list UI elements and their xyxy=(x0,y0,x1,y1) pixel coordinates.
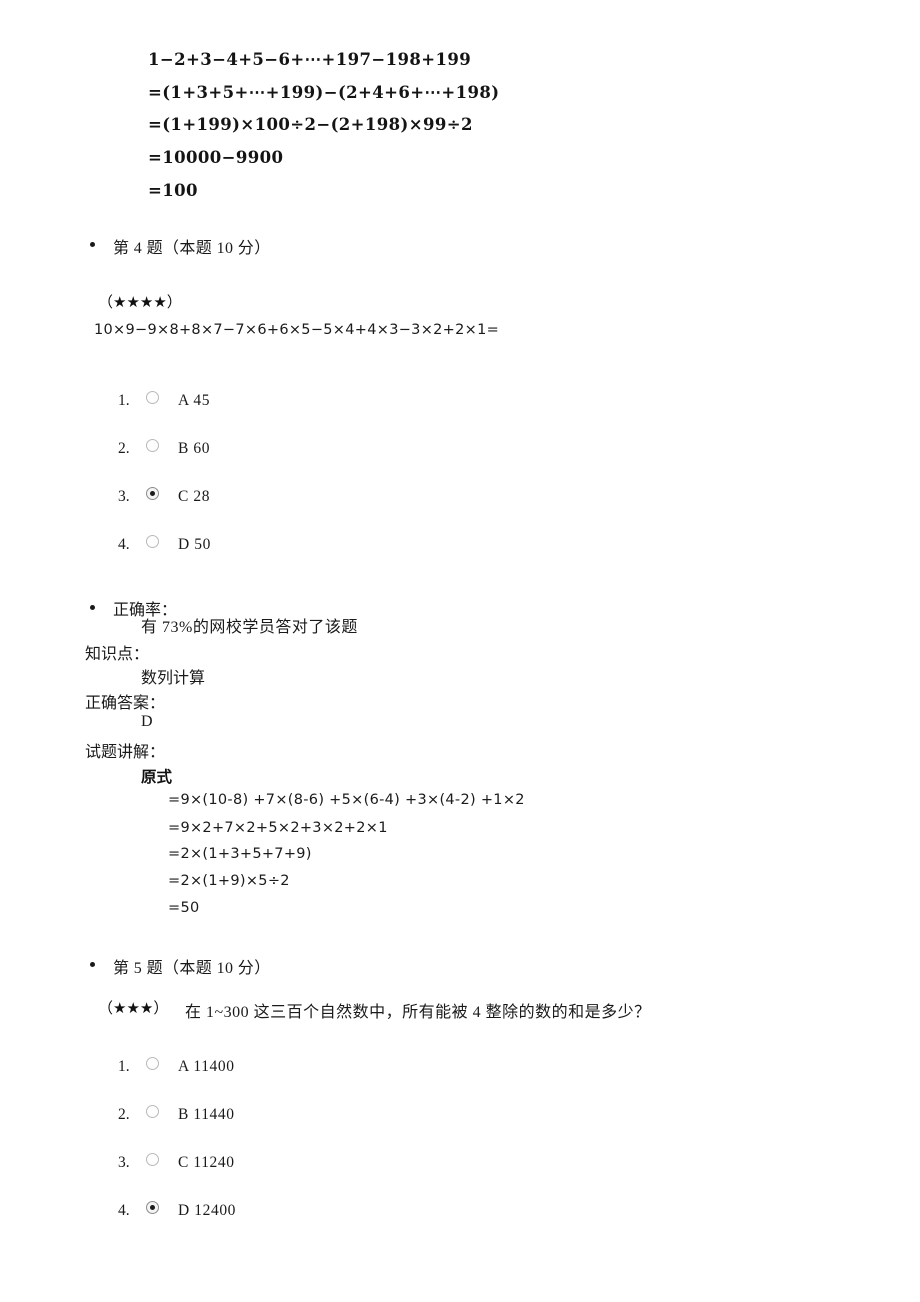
option-label-q5-a[interactable]: A 11400 xyxy=(178,1058,235,1076)
radio-q5-option-d[interactable] xyxy=(146,1201,159,1214)
explanation-line: =50 xyxy=(168,900,200,916)
option-label-q4-c[interactable]: C 28 xyxy=(178,488,210,506)
solution-line: =10000−9900 xyxy=(148,148,284,167)
option-index: 3. xyxy=(118,1154,130,1171)
solution-line: 1−2+3−4+5−6+⋯+197−198+199 xyxy=(148,50,472,69)
radio-q4-option-c[interactable] xyxy=(146,487,159,500)
option-label-q5-c[interactable]: C 11240 xyxy=(178,1154,235,1172)
solution-line: =(1+3+5+⋯+199)−(2+4+6+⋯+198) xyxy=(148,83,500,102)
option-index: 3. xyxy=(118,488,130,505)
option-label-q5-d[interactable]: D 12400 xyxy=(178,1202,236,1220)
document-page: 1−2+3−4+5−6+⋯+197−198+199 =(1+3+5+⋯+199)… xyxy=(0,0,920,1302)
knowledge-label: 知识点： xyxy=(85,646,150,663)
option-index: 1. xyxy=(118,392,130,409)
radio-q5-option-a[interactable] xyxy=(146,1057,159,1070)
question-5-header: 第 5 题（本题 10 分） xyxy=(113,960,271,977)
question-5-stem: 在 1~300 这三百个自然数中，所有能被 4 整除的数的和是多少？ xyxy=(185,1004,651,1021)
option-index: 4. xyxy=(118,536,130,553)
accuracy-text: 有 73%的网校学员答对了该题 xyxy=(141,619,358,636)
option-index: 2. xyxy=(118,1106,130,1123)
radio-q4-option-b[interactable] xyxy=(146,439,159,452)
radio-q4-option-a[interactable] xyxy=(146,391,159,404)
bullet-marker xyxy=(90,605,95,610)
explanation-line: =2×(1+3+5+7+9) xyxy=(168,846,312,862)
bullet-marker xyxy=(90,242,95,247)
explanation-line: =9×(10-8) +7×(8-6) +5×(6-4) +3×(4-2) +1×… xyxy=(168,792,525,808)
option-index: 1. xyxy=(118,1058,130,1075)
difficulty-stars-q4: （★★★★） xyxy=(98,293,182,311)
radio-q5-option-c[interactable] xyxy=(146,1153,159,1166)
explanation-label: 试题讲解： xyxy=(85,744,166,761)
question-4-stem: 10×9−9×8+8×7−7×6+6×5−5×4+4×3−3×2+2×1= xyxy=(94,322,500,338)
knowledge-value: 数列计算 xyxy=(141,670,206,687)
explanation-line: =2×(1+9)×5÷2 xyxy=(168,873,290,889)
correct-answer-value: D xyxy=(141,713,153,730)
option-label-q5-b[interactable]: B 11440 xyxy=(178,1106,235,1124)
option-index: 4. xyxy=(118,1202,130,1219)
bullet-marker xyxy=(90,962,95,967)
solution-line: =100 xyxy=(148,181,198,200)
option-label-q4-d[interactable]: D 50 xyxy=(178,536,211,554)
radio-q5-option-b[interactable] xyxy=(146,1105,159,1118)
option-index: 2. xyxy=(118,440,130,457)
explanation-title: 原式 xyxy=(141,769,173,786)
option-label-q4-a[interactable]: A 45 xyxy=(178,392,210,410)
solution-line: =(1+199)×100÷2−(2+198)×99÷2 xyxy=(148,115,473,134)
explanation-line: =9×2+7×2+5×2+3×2+2×1 xyxy=(168,820,388,836)
question-4-header: 第 4 题（本题 10 分） xyxy=(113,240,271,257)
option-label-q4-b[interactable]: B 60 xyxy=(178,440,210,458)
correct-answer-label: 正确答案： xyxy=(85,695,166,712)
difficulty-stars-q5: （★★★） xyxy=(98,999,169,1017)
radio-q4-option-d[interactable] xyxy=(146,535,159,548)
